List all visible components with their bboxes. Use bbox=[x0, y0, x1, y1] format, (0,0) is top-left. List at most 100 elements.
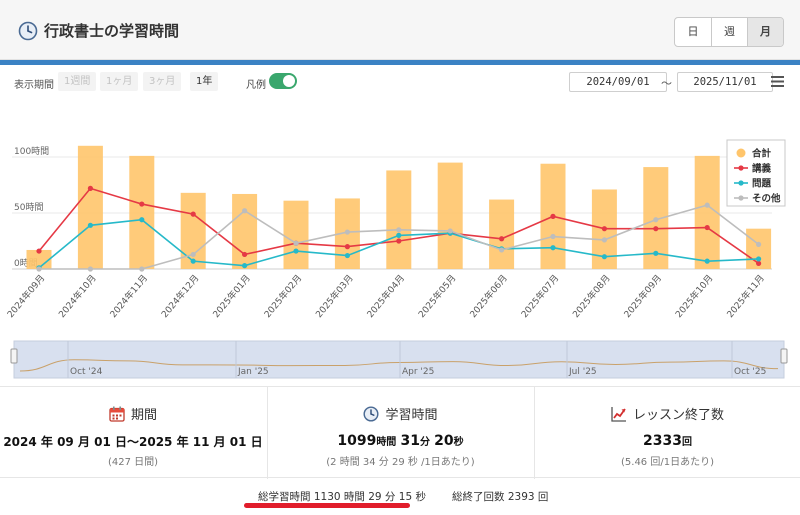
x-tick-label: 2024年09月 bbox=[4, 272, 47, 320]
range-1week-button[interactable]: 1週間 bbox=[58, 72, 97, 91]
chart-legend: 合計講義問題その他 bbox=[726, 139, 786, 207]
x-tick-label: 2025年06月 bbox=[467, 272, 510, 320]
series-point bbox=[756, 260, 762, 266]
lessons-count-unit: 回 bbox=[681, 437, 692, 448]
series-point bbox=[499, 247, 505, 253]
series-point bbox=[139, 266, 145, 272]
range-1month-button[interactable]: 1ヶ月 bbox=[100, 72, 139, 91]
legend-swatch-point bbox=[738, 165, 744, 171]
bar-total bbox=[283, 200, 309, 269]
bar-total bbox=[437, 162, 463, 269]
navigator-handle-left[interactable] bbox=[10, 348, 18, 364]
red-underline-annotation bbox=[244, 503, 410, 508]
page-title: 行政書士の学習時間 bbox=[44, 22, 180, 40]
start-date-input[interactable]: 2024/09/01 bbox=[569, 72, 667, 92]
series-point bbox=[653, 226, 659, 232]
series-point bbox=[653, 217, 659, 223]
x-tick-label: 2025年04月 bbox=[364, 272, 407, 320]
x-tick-label: 2024年11月 bbox=[107, 272, 150, 320]
study-hours: 1099 bbox=[337, 433, 377, 449]
series-point bbox=[550, 245, 556, 251]
series-point bbox=[87, 266, 93, 272]
legend-swatch bbox=[736, 148, 746, 158]
series-point bbox=[704, 224, 710, 231]
series-point bbox=[190, 251, 196, 258]
trend-chart-icon bbox=[611, 407, 626, 422]
navigator-label: Apr '25 bbox=[402, 367, 434, 377]
series-point bbox=[396, 227, 402, 233]
series-point bbox=[499, 236, 505, 242]
study-seconds: 20 bbox=[434, 433, 454, 449]
series-point bbox=[756, 256, 762, 262]
series-point bbox=[550, 213, 556, 219]
header-accent-bar bbox=[0, 60, 800, 65]
study-hours-unit: 時間 bbox=[376, 437, 397, 448]
x-tick-label: 2025年11月 bbox=[724, 272, 767, 320]
end-date-input[interactable]: 2025/11/01 bbox=[677, 72, 773, 92]
period-month-button[interactable]: 月 bbox=[747, 18, 783, 46]
navigator-range bbox=[13, 340, 785, 379]
chart-navigator: Oct '24 Jan '25 Apr '25 Jul '25 Oct '25 bbox=[10, 340, 788, 379]
stat-lessons-title: レッスン終了数 bbox=[632, 408, 724, 423]
stat-period-title: 期間 bbox=[130, 408, 157, 423]
series-point bbox=[344, 244, 350, 250]
chart-toolbar: 表示期間 1週間 1ヶ月 3ヶ月 1年 凡例 2024/09/01 〜 2025… bbox=[0, 70, 800, 94]
x-tick-label: 2024年12月 bbox=[159, 272, 202, 320]
stat-lessons-per-day: (5.46 回/1日あたり) bbox=[621, 457, 714, 468]
study-seconds-unit: 秒 bbox=[453, 437, 464, 448]
series-point bbox=[293, 240, 299, 246]
page-header: 行政書士の学習時間 日 週 月 bbox=[0, 0, 800, 60]
date-separator: 〜 bbox=[661, 77, 672, 90]
series-point bbox=[36, 248, 42, 254]
stat-period: 期間 2024 年 09 月 01 日〜2025 年 11 月 01 日 (42… bbox=[0, 387, 266, 479]
summary-stats: 期間 2024 年 09 月 01 日〜2025 年 11 月 01 日 (42… bbox=[0, 386, 800, 479]
x-tick-label: 2025年05月 bbox=[416, 272, 459, 320]
study-time-chart: 0時間50時間100時間2024年09月 2024年10月 2024年11月 2024… bbox=[4, 139, 788, 379]
legend-label: その他 bbox=[752, 193, 781, 205]
x-tick-label: 2025年02月 bbox=[261, 272, 304, 320]
series-point bbox=[550, 233, 556, 240]
series-point bbox=[190, 211, 196, 217]
series-point bbox=[601, 226, 608, 232]
navigator-label: Jul '25 bbox=[568, 367, 597, 377]
legend-toggle[interactable] bbox=[269, 73, 297, 89]
series-point bbox=[344, 229, 350, 235]
period-switch: 日 週 月 bbox=[674, 17, 784, 47]
legend-label: 講義 bbox=[752, 163, 772, 175]
legend-toggle-label: 凡例 bbox=[246, 80, 266, 91]
series-point bbox=[447, 228, 453, 234]
x-tick-label: 2024年10月 bbox=[56, 272, 99, 320]
stat-lessons-value: 2333回 bbox=[535, 433, 800, 449]
x-tick-label: 2025年03月 bbox=[313, 272, 356, 320]
x-tick-label: 2025年09月 bbox=[621, 272, 664, 320]
x-tick-label: 2025年10月 bbox=[673, 272, 716, 320]
navigator-handle-right[interactable] bbox=[780, 348, 788, 364]
series-point bbox=[601, 237, 608, 243]
bar-total bbox=[386, 170, 412, 269]
series-point bbox=[756, 241, 762, 247]
series-point bbox=[396, 232, 402, 238]
stat-study-time: 学習時間 1099時間 31分 20秒 (2 時間 34 分 29 秒 /1日あ… bbox=[267, 387, 533, 479]
period-day-button[interactable]: 日 bbox=[675, 18, 711, 46]
series-point bbox=[139, 201, 145, 207]
stat-study-per-day: (2 時間 34 分 29 秒 /1日あたり) bbox=[326, 457, 475, 468]
series-point bbox=[87, 222, 93, 228]
x-tick-label: 2025年07月 bbox=[518, 272, 561, 320]
x-tick-label: 2025年01月 bbox=[210, 272, 253, 320]
range-1year-button[interactable]: 1年 bbox=[190, 72, 219, 91]
series-point bbox=[293, 248, 299, 254]
x-tick-label: 2025年08月 bbox=[570, 272, 613, 320]
stat-study-title: 学習時間 bbox=[385, 408, 438, 423]
period-week-button[interactable]: 週 bbox=[711, 18, 747, 46]
range-label: 表示期間 bbox=[14, 80, 54, 91]
range-3month-button[interactable]: 3ヶ月 bbox=[143, 72, 182, 91]
series-point bbox=[87, 185, 93, 191]
navigator-label: Oct '24 bbox=[70, 367, 103, 377]
series-point bbox=[601, 254, 608, 260]
stat-lessons: レッスン終了数 2333回 (5.46 回/1日あたり) bbox=[534, 387, 800, 479]
series-point bbox=[242, 263, 248, 269]
hamburger-menu-icon[interactable] bbox=[771, 76, 784, 87]
legend-label: 問題 bbox=[752, 178, 772, 190]
navigator-label: Jan '25 bbox=[237, 367, 269, 377]
totals-footer: 総学習時間 1130 時間 29 分 15 秒 総終了回数 2393 回 bbox=[0, 479, 800, 515]
